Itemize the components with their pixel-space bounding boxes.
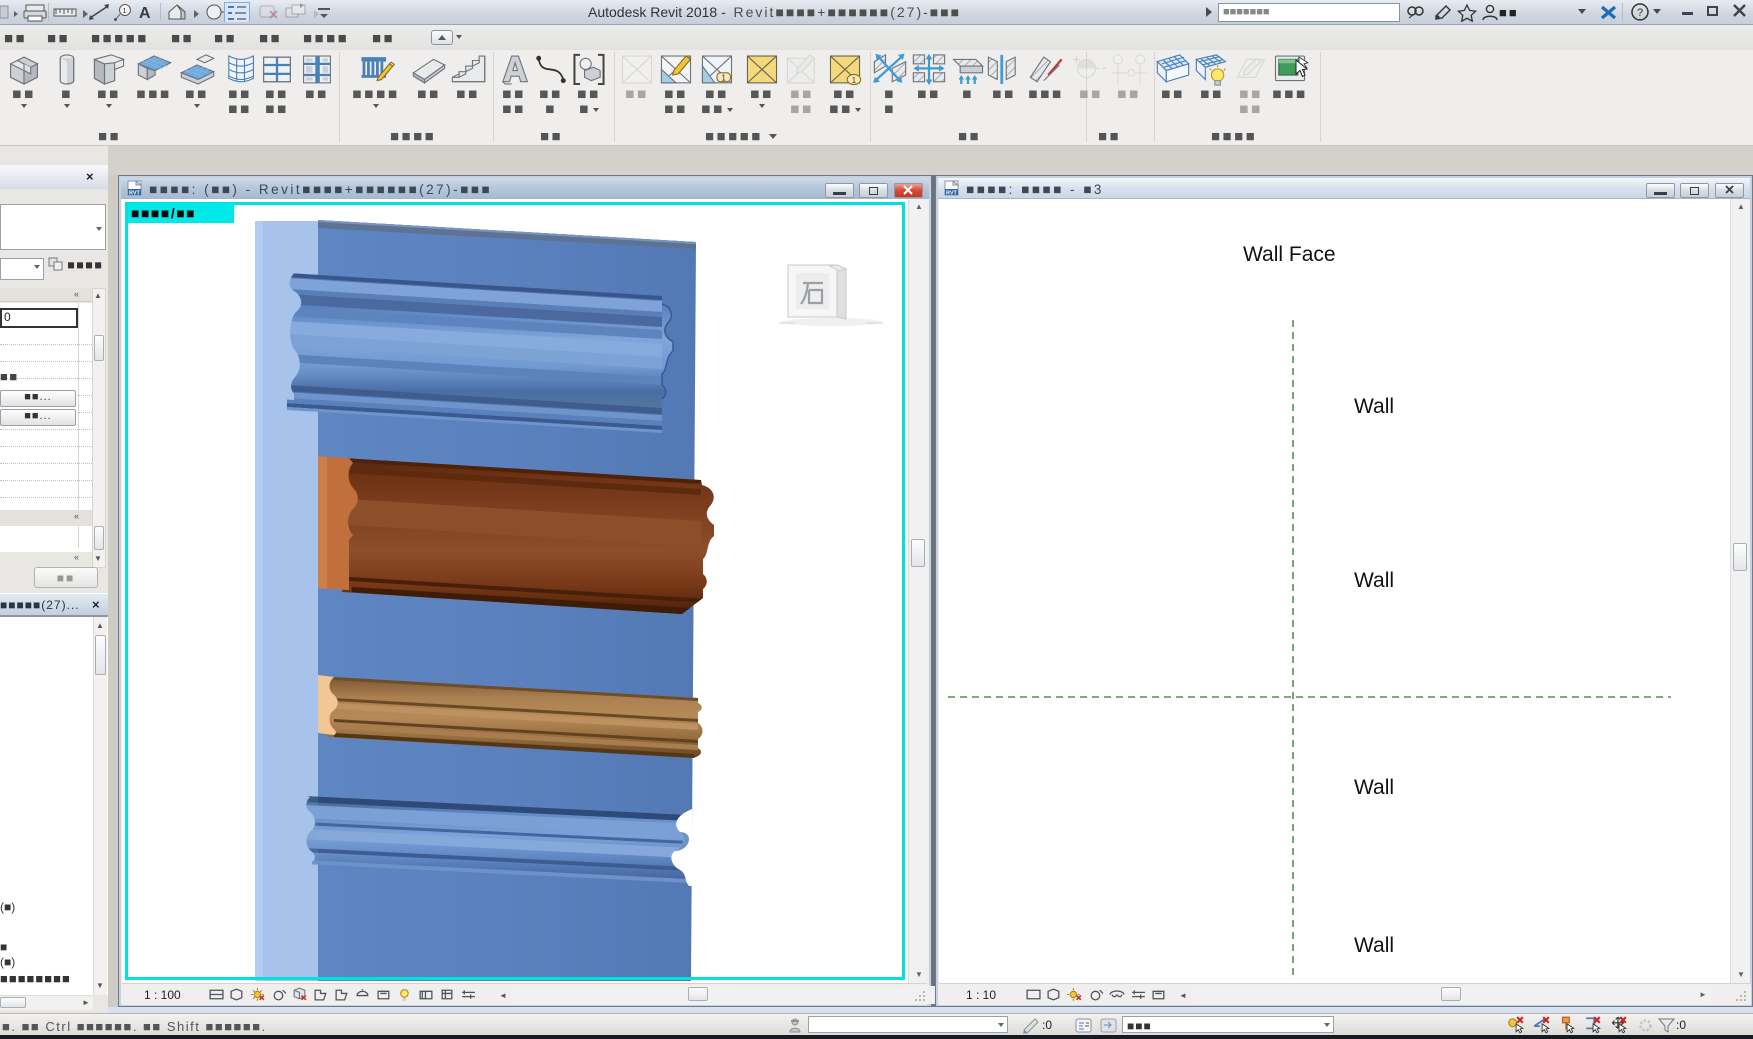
svg-text:1: 1 — [123, 8, 127, 15]
svg-text:RVT: RVT — [129, 191, 141, 197]
svg-text:1: 1 — [721, 74, 725, 83]
svg-text:A: A — [139, 5, 151, 22]
svg-text:?: ? — [1637, 7, 1643, 19]
svg-text:RVT: RVT — [946, 191, 958, 197]
svg-text:1: 1 — [852, 76, 856, 85]
